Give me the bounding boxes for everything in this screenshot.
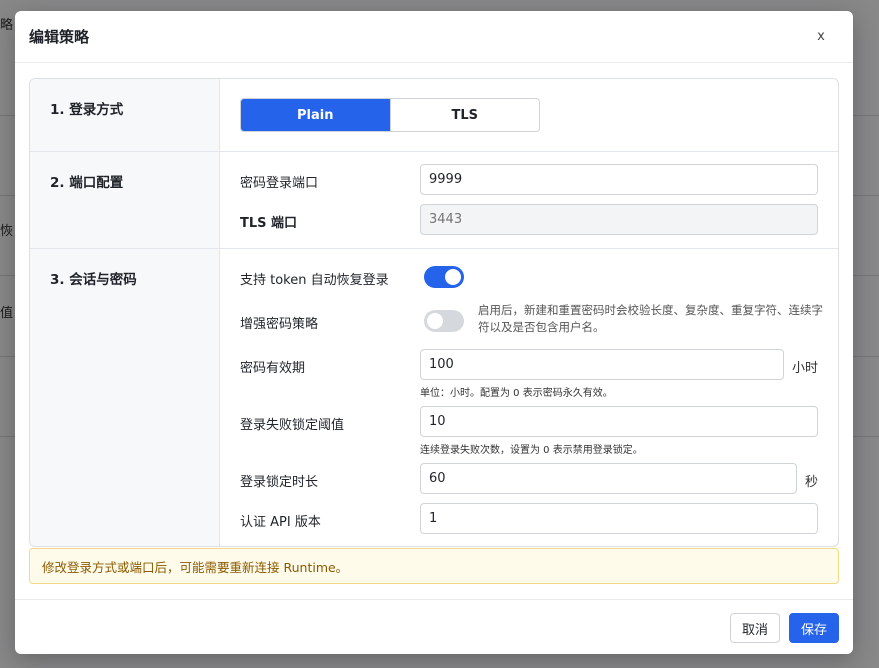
password-port-label: 密码登录端口 xyxy=(240,176,319,191)
policy-form: 1. 登录方式 Plain TLS 2. 端口配置 密码登录端口 TLS 端口 … xyxy=(29,78,839,547)
edit-policy-dialog: 编辑策略 x 1. 登录方式 Plain TLS 2. 端口配置 密码登录端口 … xyxy=(15,11,853,654)
password-validity-hint: 单位：小时。配置为 0 表示密码永久有效。 xyxy=(420,388,613,399)
login-method-segmented-control: Plain TLS xyxy=(240,98,540,132)
tls-port-input[interactable] xyxy=(420,204,818,235)
lock-duration-unit: 秒 xyxy=(805,475,819,490)
background-text-fragment: 略 xyxy=(0,18,14,33)
background-text-fragment: 值 xyxy=(0,306,14,321)
lock-threshold-input[interactable] xyxy=(420,406,818,437)
lock-threshold-hint: 连续登录失败次数，设置为 0 表示禁用登录锁定。 xyxy=(420,445,643,456)
dialog-title: 编辑策略 xyxy=(29,28,90,46)
toggle-knob xyxy=(427,313,443,329)
lock-duration-input[interactable] xyxy=(420,463,797,494)
api-version-input[interactable] xyxy=(420,503,818,534)
save-button[interactable]: 保存 xyxy=(789,613,839,643)
lock-duration-label: 登录锁定时长 xyxy=(240,475,319,490)
cancel-button[interactable]: 取消 xyxy=(730,613,780,643)
enhanced-policy-description: 启用后，新建和重置密码时会校验长度、复杂度、重复字符、连续字符以及是否包含用户名… xyxy=(478,303,823,334)
section-port-config: 2. 端口配置 密码登录端口 TLS 端口 xyxy=(30,152,838,249)
tls-port-label: TLS 端口 xyxy=(240,216,298,231)
close-button[interactable]: x xyxy=(813,29,829,44)
section-label-port-config: 2. 端口配置 xyxy=(30,152,220,248)
background-text-fragment: 恢 xyxy=(0,224,14,239)
section-label-login-method: 1. 登录方式 xyxy=(30,79,220,151)
login-method-option-plain[interactable]: Plain xyxy=(241,99,390,131)
password-validity-input[interactable] xyxy=(420,349,784,380)
reconnect-warning-banner: 修改登录方式或端口后，可能需要重新连接 Runtime。 xyxy=(29,548,839,584)
password-validity-unit: 小时 xyxy=(792,361,819,376)
section-login-method: 1. 登录方式 Plain TLS xyxy=(30,79,838,152)
section-session-password: 3. 会话与密码 支持 token 自动恢复登录 增强密码策略 启用后，新建和重… xyxy=(30,249,838,546)
password-validity-label: 密码有效期 xyxy=(240,361,306,376)
lock-threshold-label: 登录失败锁定阈值 xyxy=(240,418,345,433)
enhanced-policy-label: 增强密码策略 xyxy=(240,317,319,332)
token-restore-toggle[interactable] xyxy=(424,266,464,288)
api-version-label: 认证 API 版本 xyxy=(240,515,321,530)
dialog-header: 编辑策略 x xyxy=(15,11,853,63)
section-label-session-password: 3. 会话与密码 xyxy=(30,249,220,546)
dialog-footer: 取消 保存 xyxy=(15,599,853,654)
token-restore-label: 支持 token 自动恢复登录 xyxy=(240,273,389,288)
login-method-option-tls[interactable]: TLS xyxy=(389,99,539,131)
toggle-knob xyxy=(445,269,461,285)
enhanced-policy-toggle[interactable] xyxy=(424,310,464,332)
password-port-input[interactable] xyxy=(420,164,818,195)
